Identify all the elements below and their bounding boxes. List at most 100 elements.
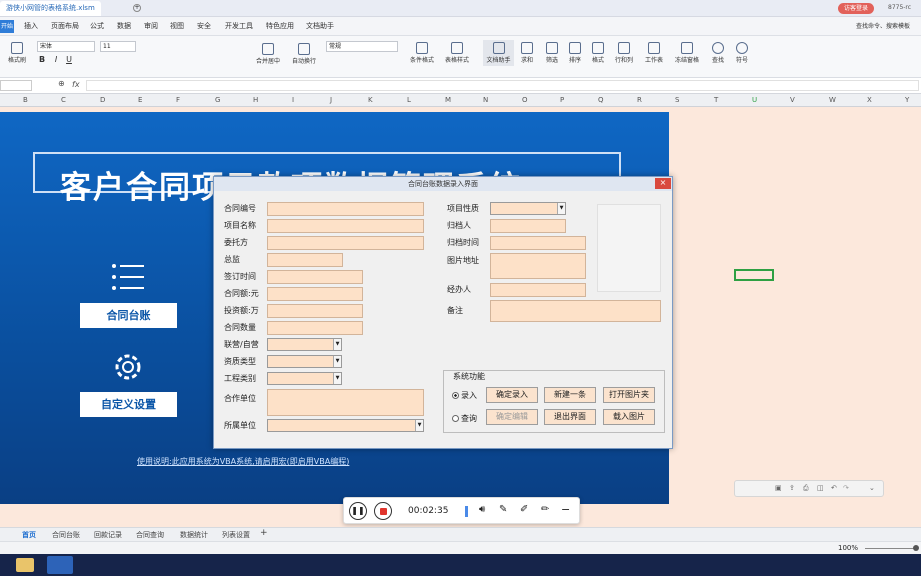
col-header[interactable]: O — [522, 96, 528, 104]
minimize-icon[interactable]: − — [561, 503, 570, 516]
save-icon[interactable]: ▣ — [775, 484, 782, 492]
table-style-button[interactable]: 表格样式 — [441, 42, 473, 64]
image-path-input[interactable] — [490, 253, 586, 279]
confirm-edit-button[interactable]: 确定编辑 — [486, 409, 538, 425]
pause-icon[interactable]: ❚❚ — [349, 502, 367, 520]
col-header[interactable]: V — [790, 96, 795, 104]
sign-date-input[interactable] — [267, 270, 363, 284]
login-button[interactable]: 访客登录 — [838, 3, 875, 14]
redo-icon[interactable]: ↷ — [843, 484, 849, 492]
tab-statistics[interactable]: 数据统计 — [180, 530, 208, 540]
folder-icon[interactable] — [16, 558, 34, 572]
col-header[interactable]: Y — [905, 96, 909, 104]
export-icon[interactable]: ⇪ — [789, 484, 795, 492]
handler-input[interactable] — [490, 283, 586, 297]
menu-insert[interactable]: 插入 — [24, 21, 38, 31]
col-header[interactable]: U — [752, 96, 757, 104]
sort-button[interactable]: 排序 — [565, 42, 585, 64]
menu-doc-helper[interactable]: 文档助手 — [306, 21, 334, 31]
project-name-input[interactable] — [267, 219, 424, 233]
preview-icon[interactable]: ◫ — [817, 484, 824, 492]
entry-radio[interactable]: 录入 — [452, 390, 477, 401]
col-header[interactable]: P — [560, 96, 564, 104]
doc-helper-button[interactable]: 文档助手 — [483, 40, 514, 66]
close-icon[interactable]: × — [655, 178, 671, 189]
undo-icon[interactable]: ↶ — [831, 484, 837, 492]
document-tab[interactable]: 游侠小网管的表格系统.xlsm — [0, 1, 101, 16]
project-nature-select[interactable]: ▼ — [490, 202, 566, 215]
menu-data[interactable]: 数据 — [117, 21, 131, 31]
merge-center-button[interactable]: 合并居中 — [253, 43, 283, 65]
find-button[interactable]: 查找 — [708, 42, 728, 64]
col-header[interactable]: D — [100, 96, 105, 104]
menu-developer[interactable]: 开发工具 — [225, 21, 253, 31]
open-images-button[interactable]: 打开图片夹 — [603, 387, 655, 403]
font-family-select[interactable]: 宋体 — [37, 41, 95, 52]
col-header[interactable]: J — [330, 96, 332, 104]
director-input[interactable] — [267, 253, 343, 267]
stop-icon[interactable] — [374, 502, 392, 520]
draw-icon[interactable]: ✏ — [541, 504, 549, 515]
underline-icon[interactable]: U — [65, 55, 73, 64]
wps-app-icon[interactable] — [47, 556, 73, 574]
font-size-select[interactable]: 11 — [100, 41, 136, 52]
command-search[interactable]: 查找命令、搜索模板 — [856, 21, 910, 30]
col-header[interactable]: F — [176, 96, 180, 104]
menu-formula[interactable]: 公式 — [90, 21, 104, 31]
worksheet-button[interactable]: 工作表 — [641, 42, 667, 64]
menu-start[interactable]: 开始 — [0, 20, 14, 33]
selected-cell[interactable] — [734, 269, 774, 281]
col-header[interactable]: I — [292, 96, 294, 104]
usage-note[interactable]: 使用说明:此应用系统为VBA系统,请启用宏(即启用VBA编程) — [137, 456, 349, 467]
load-image-button[interactable]: 载入图片 — [603, 409, 655, 425]
filter-button[interactable]: 筛选 — [542, 42, 562, 64]
contract-qty-input[interactable] — [267, 321, 363, 335]
col-header[interactable]: R — [637, 96, 642, 104]
new-entry-button[interactable]: 新建一条 — [544, 387, 596, 403]
owner-unit-select[interactable]: ▼ — [267, 419, 424, 432]
zoom-slider-handle[interactable] — [913, 545, 919, 551]
format-button[interactable]: 格式 — [588, 42, 608, 64]
col-header[interactable]: T — [714, 96, 718, 104]
fx-icon[interactable]: fx — [72, 80, 80, 89]
archiver-input[interactable] — [490, 219, 566, 233]
tab-payment-records[interactable]: 回款记录 — [94, 530, 122, 540]
row-column-button[interactable]: 行和列 — [611, 42, 637, 64]
chevron-down-icon[interactable]: ⌄ — [869, 484, 875, 492]
name-box[interactable] — [0, 80, 32, 91]
tab-contract-query[interactable]: 合同查询 — [136, 530, 164, 540]
speaker-icon[interactable]: 🔊︎ — [479, 504, 485, 515]
pen-icon[interactable]: ✐ — [520, 504, 528, 515]
qualification-select[interactable]: ▼ — [267, 355, 342, 368]
zoom-icon[interactable]: ⊕ — [58, 79, 65, 88]
formula-input[interactable] — [86, 80, 919, 91]
col-header[interactable]: B — [23, 96, 28, 104]
menu-security[interactable]: 安全 — [197, 21, 211, 31]
custom-settings-button[interactable]: 自定义设置 — [80, 392, 177, 417]
col-header[interactable]: L — [407, 96, 411, 104]
col-header[interactable]: K — [368, 96, 373, 104]
bold-icon[interactable]: B — [38, 55, 46, 64]
add-tab-icon[interactable]: + — [133, 4, 141, 12]
project-category-select[interactable]: ▼ — [267, 372, 342, 385]
conditional-format-button[interactable]: 条件格式 — [406, 42, 438, 64]
exit-button[interactable]: 退出界面 — [544, 409, 596, 425]
contract-amount-input[interactable] — [267, 287, 363, 301]
zoom-level[interactable]: 100% — [838, 544, 858, 552]
contract-ledger-button[interactable]: 合同台账 — [80, 303, 177, 328]
col-header[interactable]: W — [829, 96, 836, 104]
col-header[interactable]: X — [867, 96, 872, 104]
col-header[interactable]: G — [215, 96, 220, 104]
mic-off-icon[interactable]: ✎ — [499, 504, 507, 515]
italic-icon[interactable]: I — [52, 55, 60, 64]
partner-input[interactable] — [267, 389, 424, 416]
investment-input[interactable] — [267, 304, 363, 318]
menu-page-layout[interactable]: 页面布局 — [51, 21, 79, 31]
col-header[interactable]: C — [61, 96, 66, 104]
add-sheet-icon[interactable]: + — [260, 528, 268, 538]
contract-no-input[interactable] — [267, 202, 424, 216]
remarks-input[interactable] — [490, 300, 661, 322]
client-input[interactable] — [267, 236, 424, 250]
col-header[interactable]: H — [253, 96, 258, 104]
menu-review[interactable]: 审阅 — [144, 21, 158, 31]
